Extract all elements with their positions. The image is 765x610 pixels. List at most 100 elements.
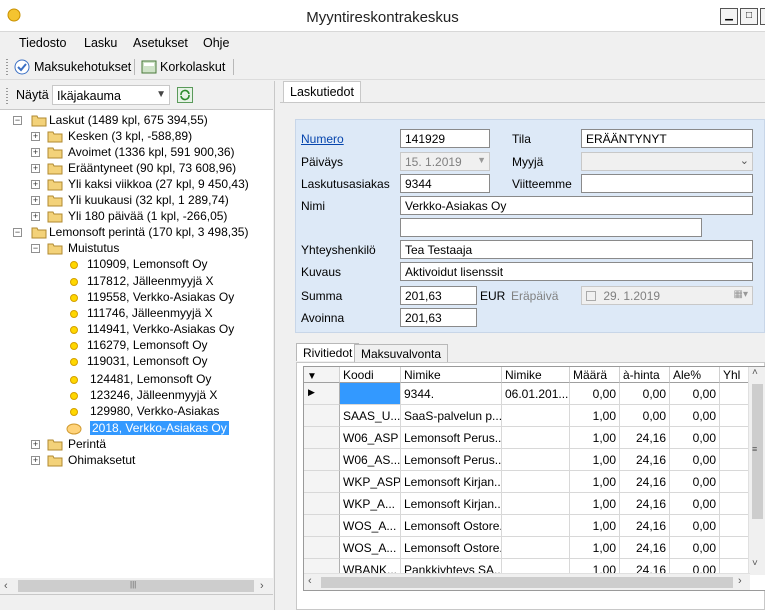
row-header[interactable] — [304, 493, 340, 515]
customer-field[interactable]: 9344 — [400, 174, 490, 193]
number-field[interactable]: 141929 — [400, 129, 490, 148]
grid-cell[interactable] — [720, 383, 750, 405]
expand-icon[interactable]: + — [31, 180, 40, 189]
rows-grid[interactable]: ▼ Koodi Nimike Nimike Määrä à-hinta Ale%… — [303, 366, 765, 591]
grid-cell[interactable] — [720, 471, 750, 493]
reference-field[interactable] — [581, 174, 753, 193]
grid-cell[interactable]: 24,16 — [620, 427, 670, 449]
grid-cell[interactable]: Lemonsoft Ostore... — [401, 515, 502, 537]
scroll-right-icon[interactable]: › — [738, 575, 742, 587]
grid-cell[interactable]: WOS_A... — [340, 537, 401, 559]
grid-cell[interactable]: WKP_ASP — [340, 471, 401, 493]
contact-field[interactable]: Tea Testaaja — [400, 240, 753, 259]
scroll-thumb[interactable] — [321, 577, 733, 588]
grid-cell[interactable]: 24,16 — [620, 471, 670, 493]
tree-node[interactable]: + Erääntyneet (90 kpl, 73 608,96) — [31, 161, 271, 177]
row-header[interactable] — [304, 515, 340, 537]
name-field[interactable]: Verkko-Asiakas Oy — [400, 196, 753, 215]
tree-node[interactable]: − Muistutus — [31, 241, 271, 257]
tree-node[interactable]: − Lemonsoft perintä (170 kpl, 3 498,35) — [13, 225, 273, 241]
grid-cell[interactable] — [720, 405, 750, 427]
grid-cell[interactable]: 1,00 — [570, 427, 620, 449]
tree-node[interactable]: + Yli kaksi viikkoa (27 kpl, 9 450,43) — [31, 177, 271, 193]
number-link[interactable]: Numero — [301, 132, 344, 146]
status-field[interactable]: ERÄÄNTYNYT — [581, 129, 753, 148]
tree-node[interactable]: − Laskut (1489 kpl, 675 394,55) — [13, 113, 273, 129]
row-header[interactable]: ▶ — [304, 383, 340, 405]
expand-icon[interactable]: + — [31, 212, 40, 221]
grid-cell[interactable]: Lemonsoft Kirjan... — [401, 471, 502, 493]
tree-leaf[interactable]: 110909, Lemonsoft Oy — [66, 257, 266, 273]
grid-cell[interactable]: 24,16 — [620, 515, 670, 537]
scroll-up-icon[interactable]: ˄ — [752, 367, 758, 378]
scroll-left-icon[interactable]: ‹ — [308, 575, 312, 587]
expand-icon[interactable]: + — [31, 148, 40, 157]
close-button[interactable] — [760, 8, 765, 25]
maximize-button[interactable]: □ — [740, 8, 758, 25]
expand-icon[interactable]: + — [31, 132, 40, 141]
column-header[interactable]: Nimike — [401, 367, 502, 383]
grid-cell[interactable]: 1,00 — [570, 405, 620, 427]
grid-cell[interactable]: 1,00 — [570, 471, 620, 493]
grid-cell[interactable]: Lemonsoft Ostore... — [401, 537, 502, 559]
collapse-icon[interactable]: − — [13, 116, 22, 125]
tree-node[interactable]: + Yli 180 päivää (1 kpl, -266,05) — [31, 209, 271, 225]
column-header[interactable]: Yhl — [720, 367, 750, 383]
tree-horizontal-scrollbar[interactable]: ‹ ||| › — [0, 578, 273, 594]
grid-cell[interactable] — [720, 537, 750, 559]
tree-leaf[interactable]: 114941, Verkko-Asiakas Oy — [66, 322, 266, 338]
menu-lasku[interactable]: Lasku — [84, 36, 117, 50]
column-header[interactable]: Koodi — [340, 367, 401, 383]
expand-icon[interactable]: + — [31, 164, 40, 173]
description-field[interactable]: Aktivoidut lisenssit — [400, 262, 753, 281]
scroll-right-icon[interactable]: › — [260, 580, 264, 592]
grid-cell[interactable]: WKP_A... — [340, 493, 401, 515]
grid-vertical-scrollbar[interactable]: ˄ ≡ ˅ — [748, 367, 765, 575]
grid-cell[interactable]: 0,00 — [670, 449, 720, 471]
sum-field[interactable]: 201,63 — [400, 286, 477, 305]
tree-leaf[interactable]: 124481, Lemonsoft Oy — [66, 372, 266, 388]
tab-rows[interactable]: Rivitiedot — [296, 343, 360, 361]
grid-cell[interactable]: 1,00 — [570, 515, 620, 537]
grid-cell[interactable]: WOS_A... — [340, 515, 401, 537]
grid-horizontal-scrollbar[interactable]: ‹ › — [304, 573, 750, 590]
view-select[interactable]: Ikäjakauma ▼ — [52, 85, 170, 105]
grid-cell[interactable]: W06_AS... — [340, 449, 401, 471]
grid-cell[interactable]: Lemonsoft Perus... — [401, 449, 502, 471]
column-header[interactable]: Nimike — [502, 367, 570, 383]
grid-cell[interactable]: 0,00 — [670, 515, 720, 537]
tree-leaf[interactable]: 119558, Verkko-Asiakas Oy — [66, 290, 266, 306]
tree-node[interactable]: + Yli kuukausi (32 kpl, 1 289,74) — [31, 193, 271, 209]
tree-node[interactable]: + Ohimaksetut — [31, 453, 271, 469]
collapse-icon[interactable]: − — [13, 228, 22, 237]
grid-cell[interactable] — [502, 537, 570, 559]
grid-cell[interactable]: 0,00 — [620, 405, 670, 427]
grid-cell[interactable] — [502, 515, 570, 537]
grid-cell[interactable] — [502, 427, 570, 449]
invoice-tree[interactable]: − Laskut (1489 kpl, 675 394,55) + Kesken… — [0, 109, 273, 595]
grid-cell[interactable]: 1,00 — [570, 537, 620, 559]
grid-cell[interactable] — [720, 493, 750, 515]
expand-icon[interactable]: + — [31, 456, 40, 465]
interest-invoices-button[interactable]: Korkolaskut — [141, 58, 225, 76]
name-field-2[interactable] — [400, 218, 702, 237]
grid-cell[interactable] — [502, 493, 570, 515]
column-header[interactable]: Määrä — [570, 367, 620, 383]
tab-invoice-details[interactable]: Laskutiedot — [283, 81, 361, 103]
tree-leaf[interactable]: 129980, Verkko-Asiakas — [66, 404, 266, 420]
expand-icon[interactable]: + — [31, 196, 40, 205]
grid-cell[interactable] — [720, 427, 750, 449]
grid-cell[interactable] — [340, 383, 401, 405]
grid-cell[interactable] — [720, 515, 750, 537]
grid-cell[interactable]: 1,00 — [570, 449, 620, 471]
grid-cell[interactable]: 0,00 — [670, 537, 720, 559]
grid-cell[interactable] — [502, 449, 570, 471]
column-header[interactable]: à-hinta — [620, 367, 670, 383]
row-header[interactable] — [304, 449, 340, 471]
grid-cell[interactable]: 0,00 — [670, 405, 720, 427]
open-amount-field[interactable]: 201,63 — [400, 308, 477, 327]
row-header[interactable] — [304, 537, 340, 559]
grid-cell[interactable] — [502, 471, 570, 493]
grid-cell[interactable]: 0,00 — [670, 427, 720, 449]
grid-cell[interactable]: 0,00 — [620, 383, 670, 405]
